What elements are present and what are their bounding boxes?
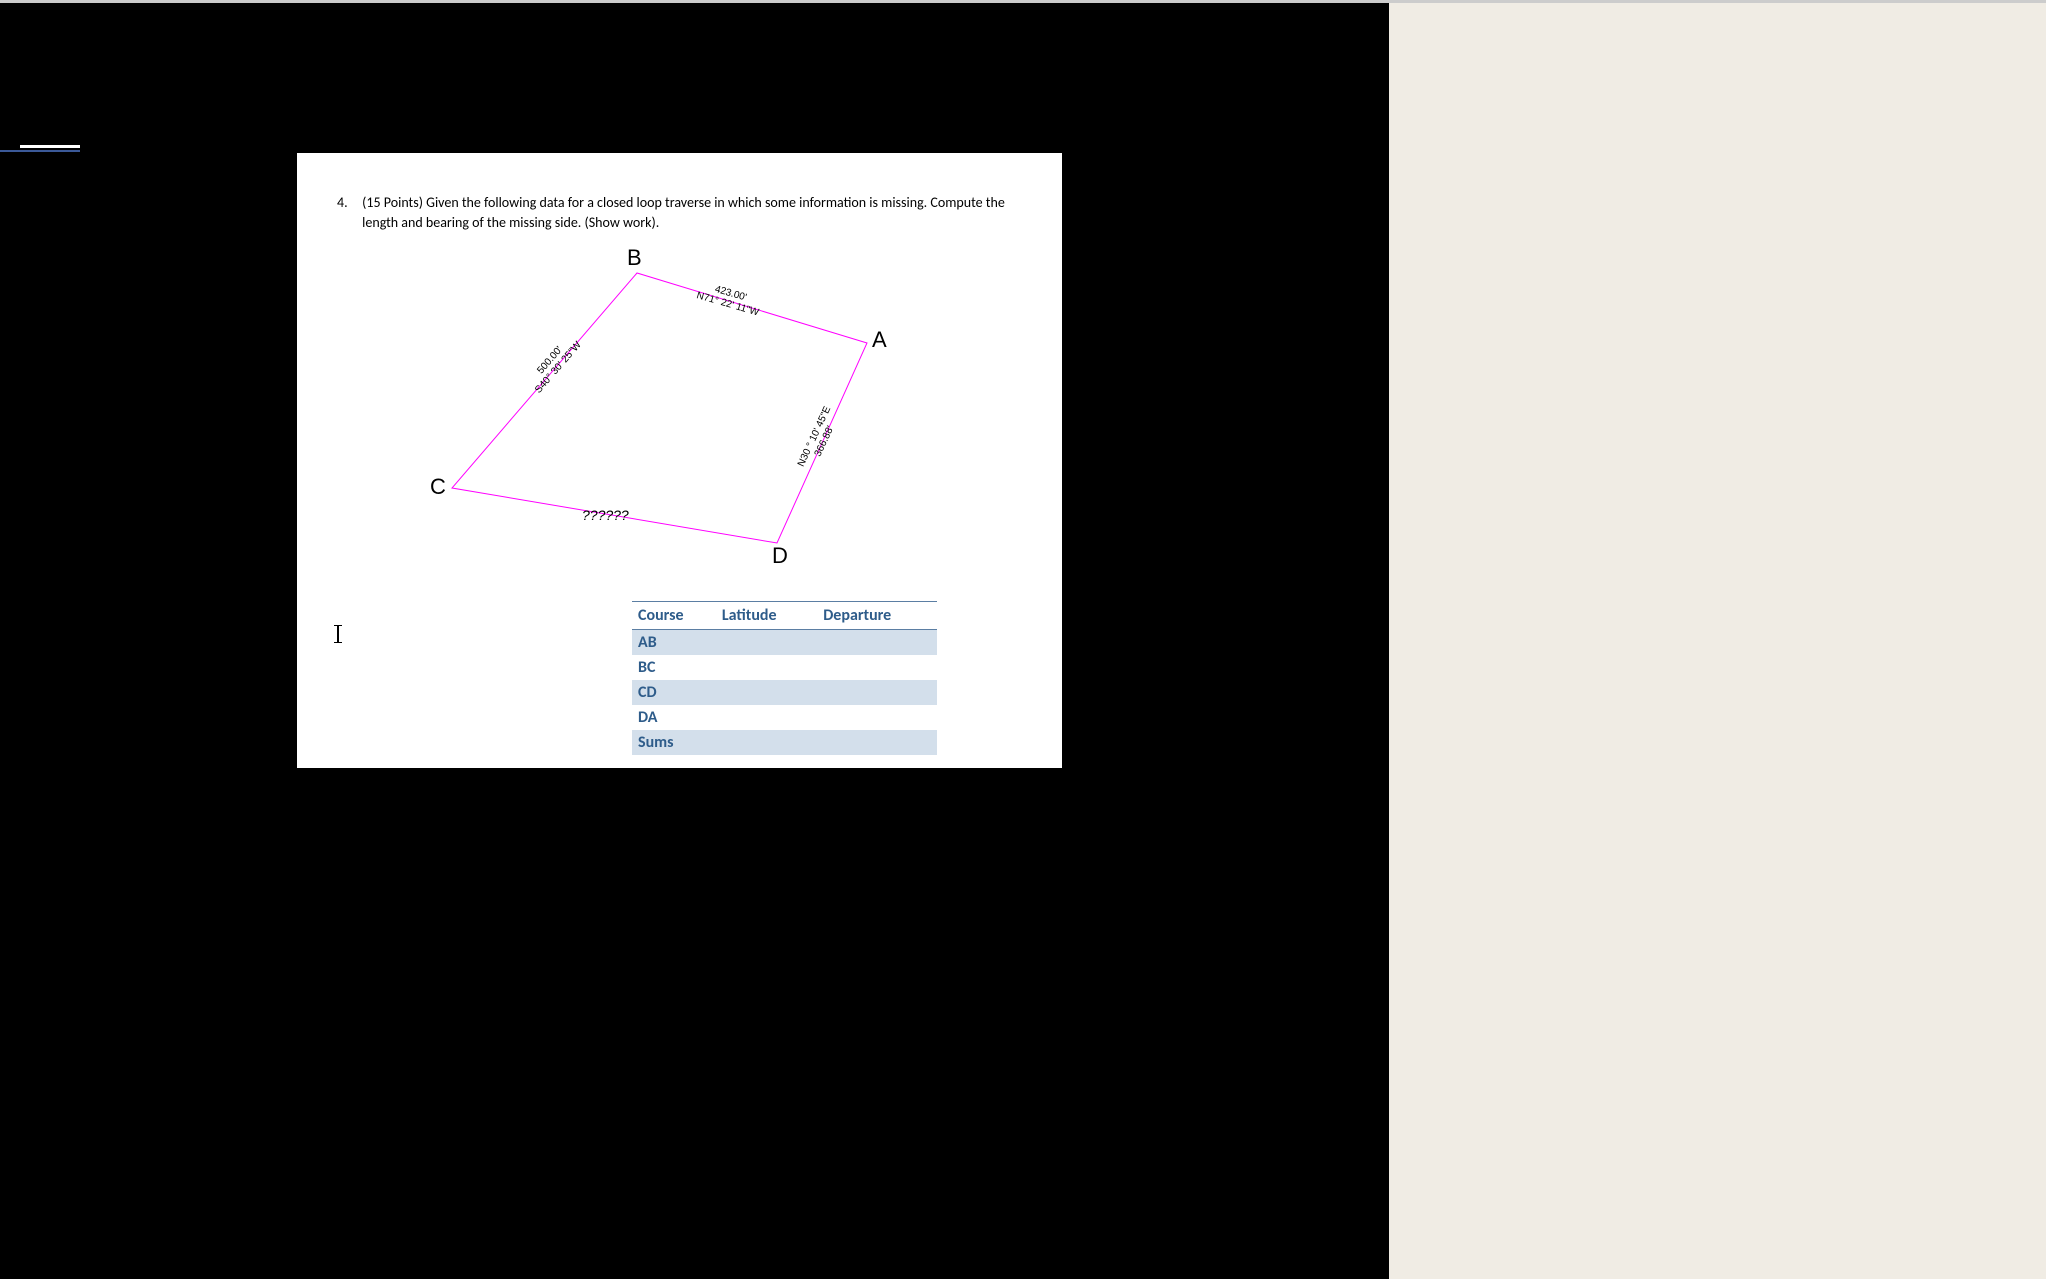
black-region-right bbox=[1062, 153, 1389, 768]
cell-latitude bbox=[716, 730, 817, 755]
black-region-bottom bbox=[0, 768, 1389, 1279]
app-right-pane bbox=[1389, 3, 2046, 1279]
traverse-polygon bbox=[452, 273, 867, 543]
question-text: (15 Points) Given the following data for… bbox=[362, 193, 1012, 232]
cell-departure bbox=[817, 655, 937, 680]
cell-course: AB bbox=[632, 630, 716, 656]
cell-latitude bbox=[716, 630, 817, 656]
cell-course: CD bbox=[632, 680, 716, 705]
table-row-sums: Sums bbox=[632, 730, 937, 755]
vertex-c: C bbox=[430, 474, 446, 500]
ribbon-accent-line bbox=[0, 150, 80, 152]
cell-departure bbox=[817, 705, 937, 730]
cell-latitude bbox=[716, 655, 817, 680]
traverse-table: Course Latitude Departure AB BC CD bbox=[632, 601, 937, 755]
cell-course: Sums bbox=[632, 730, 716, 755]
black-region-left bbox=[0, 153, 297, 768]
vertex-b: B bbox=[627, 245, 642, 271]
cell-departure bbox=[817, 680, 937, 705]
text-cursor bbox=[337, 625, 339, 643]
cell-departure bbox=[817, 730, 937, 755]
edge-cd-unknown: ?????? bbox=[582, 508, 629, 523]
question-block: 4. (15 Points) Given the following data … bbox=[337, 193, 1022, 232]
table-header-row: Course Latitude Departure bbox=[632, 602, 937, 630]
vertex-a: A bbox=[872, 327, 887, 353]
cell-course: DA bbox=[632, 705, 716, 730]
table-row: BC bbox=[632, 655, 937, 680]
table-row: CD bbox=[632, 680, 937, 705]
header-latitude: Latitude bbox=[716, 602, 817, 630]
cell-latitude bbox=[716, 680, 817, 705]
traverse-diagram: A B C D 423.00' N71° 22' 11"W 500.00' S4… bbox=[357, 243, 917, 583]
table-row: DA bbox=[632, 705, 937, 730]
cell-departure bbox=[817, 630, 937, 656]
data-table: Course Latitude Departure AB BC CD bbox=[632, 601, 937, 755]
cell-latitude bbox=[716, 705, 817, 730]
vertex-d: D bbox=[772, 543, 788, 569]
table-row: AB bbox=[632, 630, 937, 656]
black-region-top bbox=[0, 3, 1389, 153]
header-course: Course bbox=[632, 602, 716, 630]
question-number: 4. bbox=[337, 193, 359, 213]
header-departure: Departure bbox=[817, 602, 937, 630]
cell-course: BC bbox=[632, 655, 716, 680]
ribbon-white-segment bbox=[20, 145, 80, 148]
document-page: 4. (15 Points) Given the following data … bbox=[297, 153, 1062, 768]
